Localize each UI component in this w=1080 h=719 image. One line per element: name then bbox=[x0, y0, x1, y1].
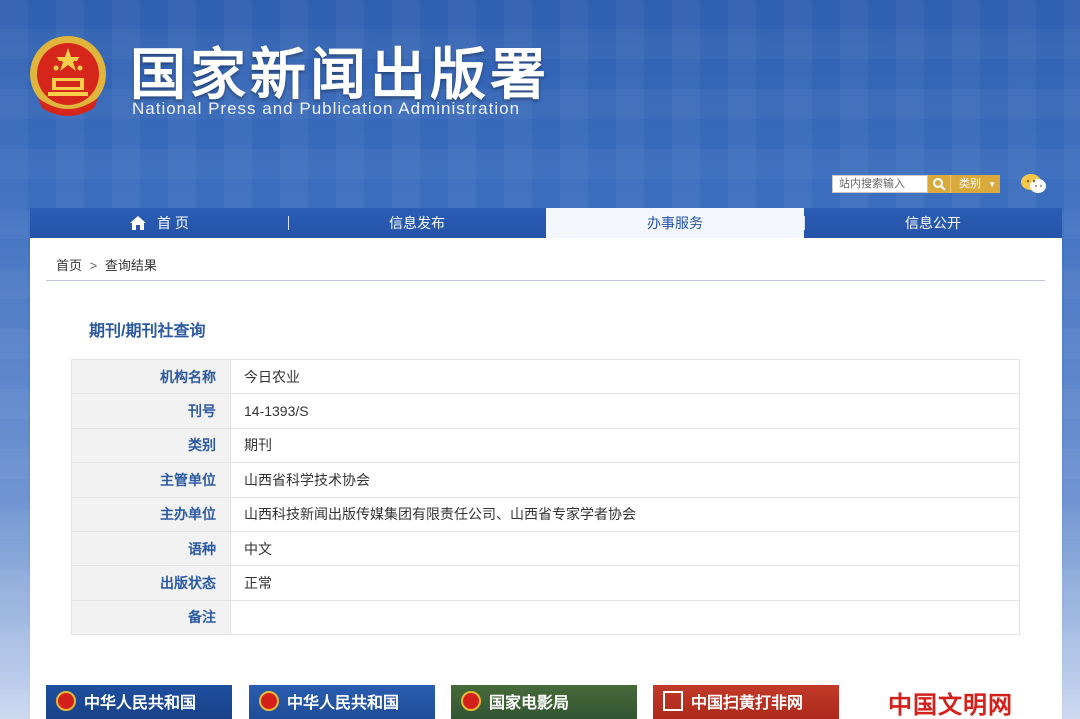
field-value: 14-1393/S bbox=[230, 393, 1020, 429]
breadcrumb-current: 查询结果 bbox=[104, 258, 157, 273]
table-row: 出版状态 正常 bbox=[71, 565, 1020, 601]
table-row: 主管单位 山西省科学技术协会 bbox=[71, 462, 1020, 498]
main-content: 首页 > 查询结果 期刊/期刊社查询 机构名称 今日农业 刊号 14-1393/… bbox=[30, 238, 1062, 719]
emblem-icon bbox=[259, 691, 279, 711]
breadcrumb: 首页 > 查询结果 bbox=[56, 255, 157, 274]
banner-label: 中国文明网 bbox=[888, 690, 1013, 719]
chevron-down-icon: ▼ bbox=[988, 180, 996, 189]
table-row: 备注 bbox=[71, 599, 1020, 636]
banner-link[interactable]: 中国文明网 bbox=[856, 685, 1046, 719]
table-row: 语种 中文 bbox=[71, 530, 1020, 567]
field-label: 机构名称 bbox=[71, 358, 231, 395]
banner-label: 国家电影局 bbox=[489, 693, 570, 712]
field-value: 山西科技新闻出版传媒集团有限责任公司、山西省专家学者协会 bbox=[230, 496, 1020, 532]
wechat-icon[interactable] bbox=[1020, 173, 1048, 195]
field-label: 主办单位 bbox=[71, 496, 231, 532]
nav-item-label: 信息发布 bbox=[389, 215, 445, 231]
record-table: 机构名称 今日农业 刊号 14-1393/S 类别 期刊 主管单位 山西省科学技… bbox=[71, 358, 1020, 636]
table-row: 机构名称 今日农业 bbox=[71, 358, 1020, 395]
banner-label: 中国扫黄打非网 bbox=[691, 693, 804, 712]
breadcrumb-home-link[interactable]: 首页 bbox=[56, 258, 82, 273]
national-emblem-icon bbox=[30, 36, 106, 116]
field-value: 今日农业 bbox=[230, 358, 1020, 395]
nav-item-label: 首 页 bbox=[157, 215, 189, 231]
category-label: 类别 bbox=[959, 178, 981, 190]
main-nav: 首 页 信息发布 办事服务 信息公开 bbox=[30, 208, 1062, 238]
banner-link[interactable]: 国家电影局 bbox=[451, 685, 637, 719]
field-value: 中文 bbox=[230, 530, 1020, 567]
field-value: 山西省科学技术协会 bbox=[230, 462, 1020, 498]
emblem-icon bbox=[461, 691, 481, 711]
table-row: 主办单位 山西科技新闻出版传媒集团有限责任公司、山西省专家学者协会 bbox=[71, 496, 1020, 532]
category-dropdown[interactable]: 类别 ▼ bbox=[950, 175, 1000, 193]
divider bbox=[46, 280, 1045, 281]
field-label: 语种 bbox=[71, 530, 231, 567]
field-value: 正常 bbox=[230, 565, 1020, 601]
emblem-icon bbox=[56, 691, 76, 711]
nav-item-services[interactable]: 办事服务 bbox=[546, 208, 804, 238]
site-subtitle: National Press and Publication Administr… bbox=[132, 99, 521, 118]
banner-link[interactable]: 中国扫黄打非网 bbox=[653, 685, 839, 719]
nav-item-label: 办事服务 bbox=[647, 215, 703, 231]
home-icon bbox=[129, 215, 147, 231]
field-label: 备注 bbox=[71, 599, 231, 636]
banner-label: 中华人民共和国 bbox=[84, 693, 197, 712]
site-header: 国家新闻出版署 National Press and Publication A… bbox=[0, 0, 1080, 208]
nav-item-info-disclosure[interactable]: 信息公开 bbox=[804, 208, 1062, 238]
logo-icon bbox=[663, 691, 683, 711]
nav-item-home[interactable]: 首 页 bbox=[30, 208, 288, 238]
table-row: 类别 期刊 bbox=[71, 427, 1020, 464]
field-value: 期刊 bbox=[230, 427, 1020, 464]
field-label: 类别 bbox=[71, 427, 231, 464]
search-button[interactable] bbox=[928, 175, 950, 193]
banner-label: 中华人民共和国 bbox=[287, 693, 400, 712]
search-icon bbox=[933, 178, 946, 191]
banner-link[interactable]: 中华人民共和国 bbox=[249, 685, 435, 719]
nav-item-info-release[interactable]: 信息发布 bbox=[288, 208, 546, 238]
section-title: 期刊/期刊社查询 bbox=[89, 323, 206, 340]
table-row: 刊号 14-1393/S bbox=[71, 393, 1020, 429]
field-label: 刊号 bbox=[71, 393, 231, 429]
field-label: 主管单位 bbox=[71, 462, 231, 498]
footer-banners: 中华人民共和国 中华人民共和国 国家电影局 中国扫黄打非网 中国文明网 bbox=[46, 685, 1046, 719]
search-input[interactable]: 站内搜索输入 bbox=[832, 175, 928, 193]
nav-item-label: 信息公开 bbox=[905, 215, 961, 231]
field-value bbox=[230, 599, 1020, 636]
breadcrumb-separator: > bbox=[89, 258, 98, 273]
banner-link[interactable]: 中华人民共和国 bbox=[46, 685, 232, 719]
field-label: 出版状态 bbox=[71, 565, 231, 601]
